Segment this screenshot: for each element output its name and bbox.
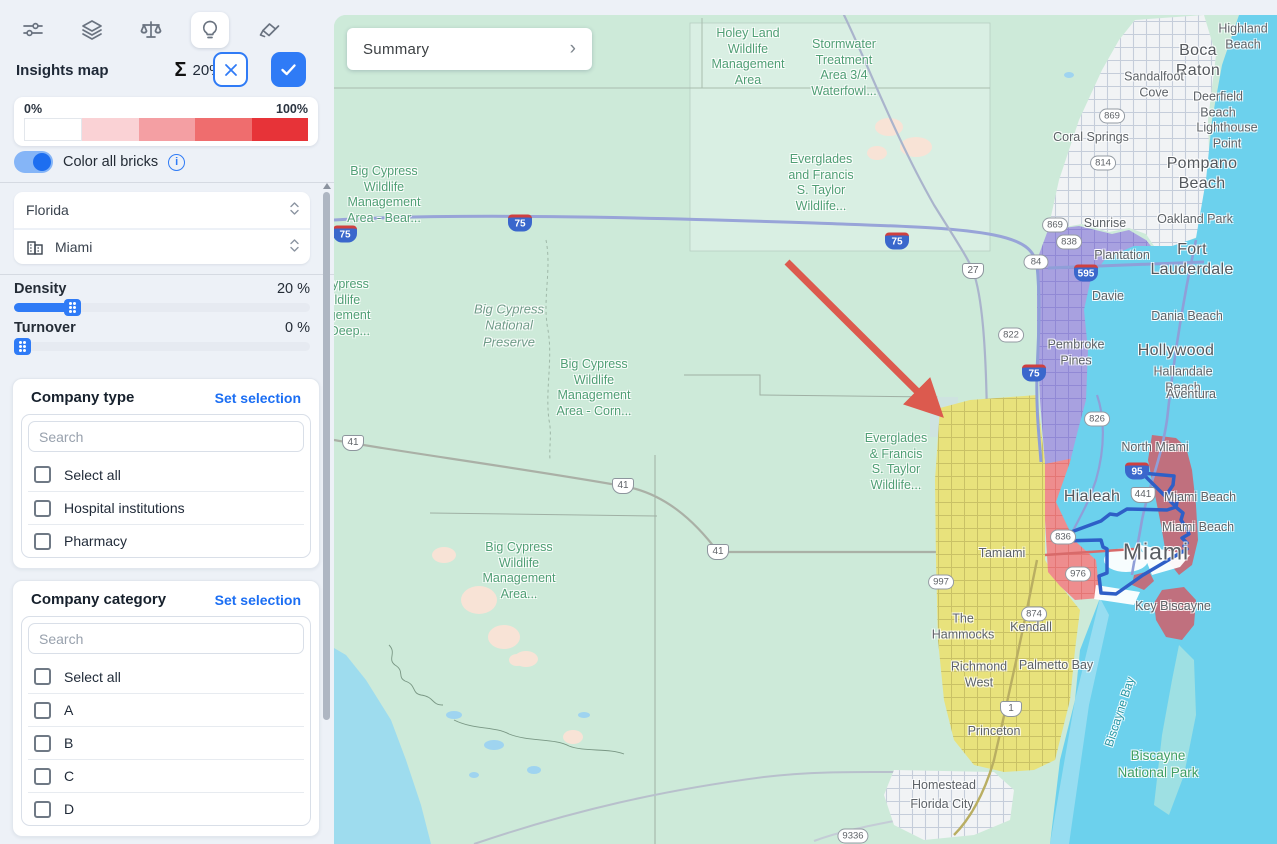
cancel-button[interactable] — [213, 52, 248, 87]
map-canvas[interactable]: Highland BeachBoca RatonSandalfoot CoveD… — [334, 15, 1277, 844]
density-slider-handle[interactable] — [64, 299, 81, 316]
checkbox[interactable] — [34, 768, 51, 785]
chevron-right-icon: › — [570, 38, 576, 60]
list-item[interactable]: D — [28, 792, 304, 825]
turnover-slider-block: Turnover 0 % — [14, 320, 310, 351]
item-label: A — [64, 702, 73, 718]
checkbox[interactable] — [34, 668, 51, 685]
turnover-value: 0 % — [285, 320, 310, 336]
turnover-slider-handle[interactable] — [14, 338, 31, 355]
toggle-label: Color all bricks — [63, 154, 158, 170]
company-type-search-input[interactable] — [28, 421, 304, 452]
item-label: Pharmacy — [64, 533, 127, 549]
company-type-set-selection[interactable]: Set selection — [215, 390, 301, 406]
filter-sliders-icon[interactable] — [14, 12, 52, 48]
chevron-updown-icon — [289, 201, 300, 220]
legend-swatch — [195, 118, 251, 141]
checkbox[interactable] — [34, 500, 51, 517]
item-label: Hospital institutions — [64, 500, 185, 516]
confirm-button[interactable] — [271, 52, 306, 87]
legend-swatch — [82, 118, 138, 141]
company-category-card: Company category Set selection Select al… — [12, 580, 320, 837]
density-label: Density — [14, 281, 66, 297]
checkbox[interactable] — [34, 533, 51, 550]
location-selects: Florida Miami — [14, 192, 310, 264]
checkbox[interactable] — [34, 735, 51, 752]
item-label: C — [64, 768, 74, 784]
list-item[interactable]: Select all — [28, 660, 304, 693]
company-category-search-input[interactable] — [28, 623, 304, 654]
divider — [0, 182, 334, 183]
scales-icon[interactable] — [132, 12, 170, 48]
list-item[interactable]: Pharmacy — [28, 524, 304, 557]
legend-swatch — [252, 118, 308, 141]
list-item[interactable]: C — [28, 759, 304, 792]
legend-swatches — [24, 118, 308, 141]
toolbar — [14, 12, 288, 48]
item-label: D — [64, 801, 74, 817]
summary-panel[interactable]: Summary › — [347, 28, 592, 70]
legend-max: 100% — [276, 102, 308, 116]
city-select[interactable]: Miami — [14, 228, 310, 264]
turnover-label: Turnover — [14, 320, 76, 336]
checkbox[interactable] — [34, 702, 51, 719]
checkbox[interactable] — [34, 801, 51, 818]
color-all-bricks-toggle[interactable] — [14, 151, 53, 173]
state-select-value: Florida — [26, 202, 69, 218]
list-item[interactable]: Hospital institutions — [28, 491, 304, 524]
divider — [0, 274, 334, 275]
layers-icon[interactable] — [73, 12, 111, 48]
sidebar-scrollbar[interactable] — [323, 183, 331, 838]
top-strip — [334, 0, 1277, 15]
item-label: Select all — [64, 467, 121, 483]
lightbulb-icon[interactable] — [191, 12, 229, 48]
density-value: 20 % — [277, 281, 310, 297]
density-slider-block: Density 20 % — [14, 281, 310, 312]
sigma-symbol: Σ — [175, 59, 187, 82]
chevron-updown-icon — [289, 238, 300, 257]
list-item[interactable]: B — [28, 726, 304, 759]
company-category-set-selection[interactable]: Set selection — [215, 592, 301, 608]
buildings-icon — [26, 239, 45, 256]
sidebar: Insights map Σ 20% 0% 100% Color all bri… — [0, 0, 334, 844]
item-label: B — [64, 735, 73, 751]
summary-label: Summary — [363, 41, 429, 58]
scrollbar-thumb[interactable] — [323, 192, 330, 720]
app-title: Insights map — [16, 62, 109, 79]
turnover-slider[interactable] — [14, 342, 310, 351]
legend-swatch — [139, 118, 195, 141]
density-legend: 0% 100% — [14, 97, 318, 146]
item-label: Select all — [64, 669, 121, 685]
city-select-value: Miami — [55, 239, 92, 255]
company-category-title: Company category — [31, 591, 166, 608]
scroll-up-arrow[interactable] — [323, 183, 331, 189]
checkbox[interactable] — [34, 466, 51, 483]
info-icon[interactable]: i — [168, 154, 185, 171]
company-type-title: Company type — [31, 389, 134, 406]
state-select[interactable]: Florida — [14, 192, 310, 228]
highlighter-icon[interactable] — [250, 12, 288, 48]
list-item[interactable]: A — [28, 693, 304, 726]
company-type-card: Company type Set selection Select all Ho… — [12, 378, 320, 569]
list-item[interactable]: Select all — [28, 458, 304, 491]
density-slider[interactable] — [14, 303, 310, 312]
legend-swatch — [24, 118, 82, 141]
legend-min: 0% — [24, 102, 42, 116]
